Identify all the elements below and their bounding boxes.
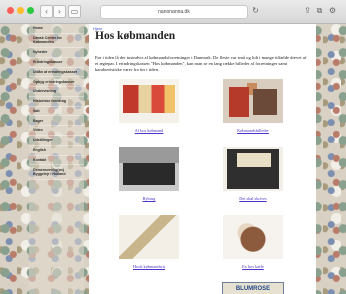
tabs-icon[interactable]: ⧉ [314, 5, 325, 16]
chevron-left-icon[interactable]: ‹ [40, 5, 53, 18]
gallery-image[interactable] [119, 215, 179, 259]
sidebar-item-opbyg[interactable]: Opbyg erindringskasser [29, 77, 84, 88]
sidebar-item-dansk-center[interactable]: Dansk Center for Købmanden [29, 34, 84, 48]
reload-icon[interactable]: ↻ [250, 5, 261, 16]
settings-gear-icon[interactable]: ⚙ [327, 5, 338, 16]
sidebar-item-home[interactable]: Home [29, 24, 84, 34]
gallery-item[interactable]: Hook købmandsrit [111, 215, 187, 269]
chevron-right-icon[interactable]: › [53, 5, 66, 18]
sidebar-nav: Home Dansk Center for Købmanden Nyheder … [29, 24, 84, 294]
main-content: Hjem Hos købmanden Før i tiden lå der tu… [89, 24, 316, 294]
gallery-item[interactable]: Det skal skrives [215, 147, 291, 201]
sidebar-item-undervisning[interactable]: Undervisning [29, 87, 84, 97]
gallery-image[interactable] [223, 79, 283, 123]
product-label: BLUMROSE [235, 286, 271, 292]
gallery-image[interactable] [223, 215, 283, 259]
share-icon[interactable]: ⇪ [302, 5, 313, 16]
sidebar-item-salt[interactable]: Salt [29, 107, 84, 117]
sidebar-item-nyheder[interactable]: Nyheder [29, 48, 84, 58]
browser-toolbar: ‹ › ▭ nanonanna.dk ↻ ⇪ ⧉ ⚙ [0, 0, 346, 24]
zoom-window-button[interactable] [27, 7, 34, 14]
sidebar-item-kontakt[interactable]: Kontakt [29, 156, 84, 166]
gallery-caption[interactable]: Købmandsbilleder [215, 128, 291, 133]
sidebar-item-video[interactable]: Video [29, 126, 84, 136]
gallery-caption[interactable]: Det skal skrives [215, 196, 291, 201]
gallery-item[interactable]: Købmandsbilleder [215, 79, 291, 133]
gallery-item[interactable]: Bybrug [111, 147, 187, 201]
gallery-caption[interactable]: Bybrug [111, 196, 187, 201]
address-bar[interactable]: nanonanna.dk [100, 5, 248, 19]
sidebar-item-erindringskasser[interactable]: Erindringskasser [29, 58, 84, 68]
gallery-image[interactable]: BLUMROSE [222, 282, 284, 294]
intro-text: Før i tiden lå der tusindvis af købmands… [95, 55, 307, 72]
gallery-caption[interactable]: Hook købmandsrit [111, 264, 187, 269]
gallery-item[interactable]: Ex hos kaffe [215, 215, 291, 269]
sidebar-item-demensvenlig[interactable]: Demensvenlig(en) Byggelejr i Holland [29, 165, 84, 180]
sidebar-item-bager[interactable]: Bager [29, 116, 84, 127]
close-window-button[interactable] [7, 7, 14, 14]
page-title: Hos købmanden [95, 30, 176, 42]
gallery-caption[interactable]: Ex hos kaffe [215, 264, 291, 269]
sidebar-toggle-icon[interactable]: ▭ [68, 5, 81, 18]
gallery-caption[interactable]: Af hos købmand [111, 128, 187, 133]
gallery-item[interactable]: BLUMROSE [215, 282, 291, 294]
sidebar-item-historiske-foredrag[interactable]: Historiske foredrag [29, 97, 84, 107]
minimize-window-button[interactable] [17, 7, 24, 14]
sidebar-item-english[interactable]: English [29, 146, 84, 156]
gallery-image[interactable] [119, 79, 179, 123]
sidebar-item-udlaan[interactable]: Udlån af erindringskasser [29, 68, 84, 78]
sidebar-item-udstillinger[interactable]: Udstillinger [29, 136, 84, 146]
gallery-item[interactable]: Af hos købmand [111, 79, 187, 133]
gallery-image[interactable] [119, 147, 179, 191]
gallery-image[interactable] [223, 147, 283, 191]
